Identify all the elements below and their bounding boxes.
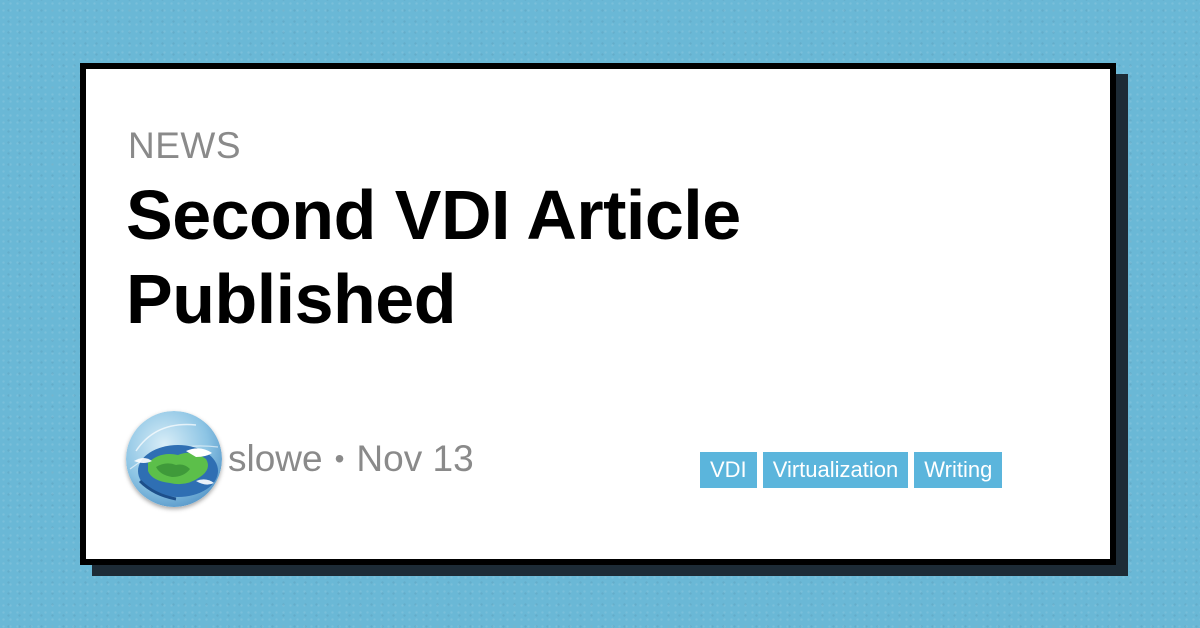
- tag-virtualization[interactable]: Virtualization: [762, 452, 909, 488]
- post-meta: slowe • Nov 13: [126, 410, 474, 508]
- globe-avatar-icon: [126, 411, 222, 507]
- author-avatar[interactable]: [126, 411, 222, 507]
- post-category: NEWS: [128, 125, 241, 166]
- tag-vdi[interactable]: VDI: [700, 452, 757, 488]
- tag-list: VDI Virtualization Writing: [700, 452, 1003, 488]
- author-name[interactable]: slowe: [228, 438, 323, 480]
- meta-separator: •: [334, 443, 345, 474]
- tag-writing[interactable]: Writing: [914, 452, 1003, 488]
- post-date: Nov 13: [356, 438, 474, 479]
- post-card[interactable]: NEWS Second VDI Article Published slowe …: [80, 63, 1116, 565]
- post-title[interactable]: Second VDI Article Published: [126, 173, 1026, 341]
